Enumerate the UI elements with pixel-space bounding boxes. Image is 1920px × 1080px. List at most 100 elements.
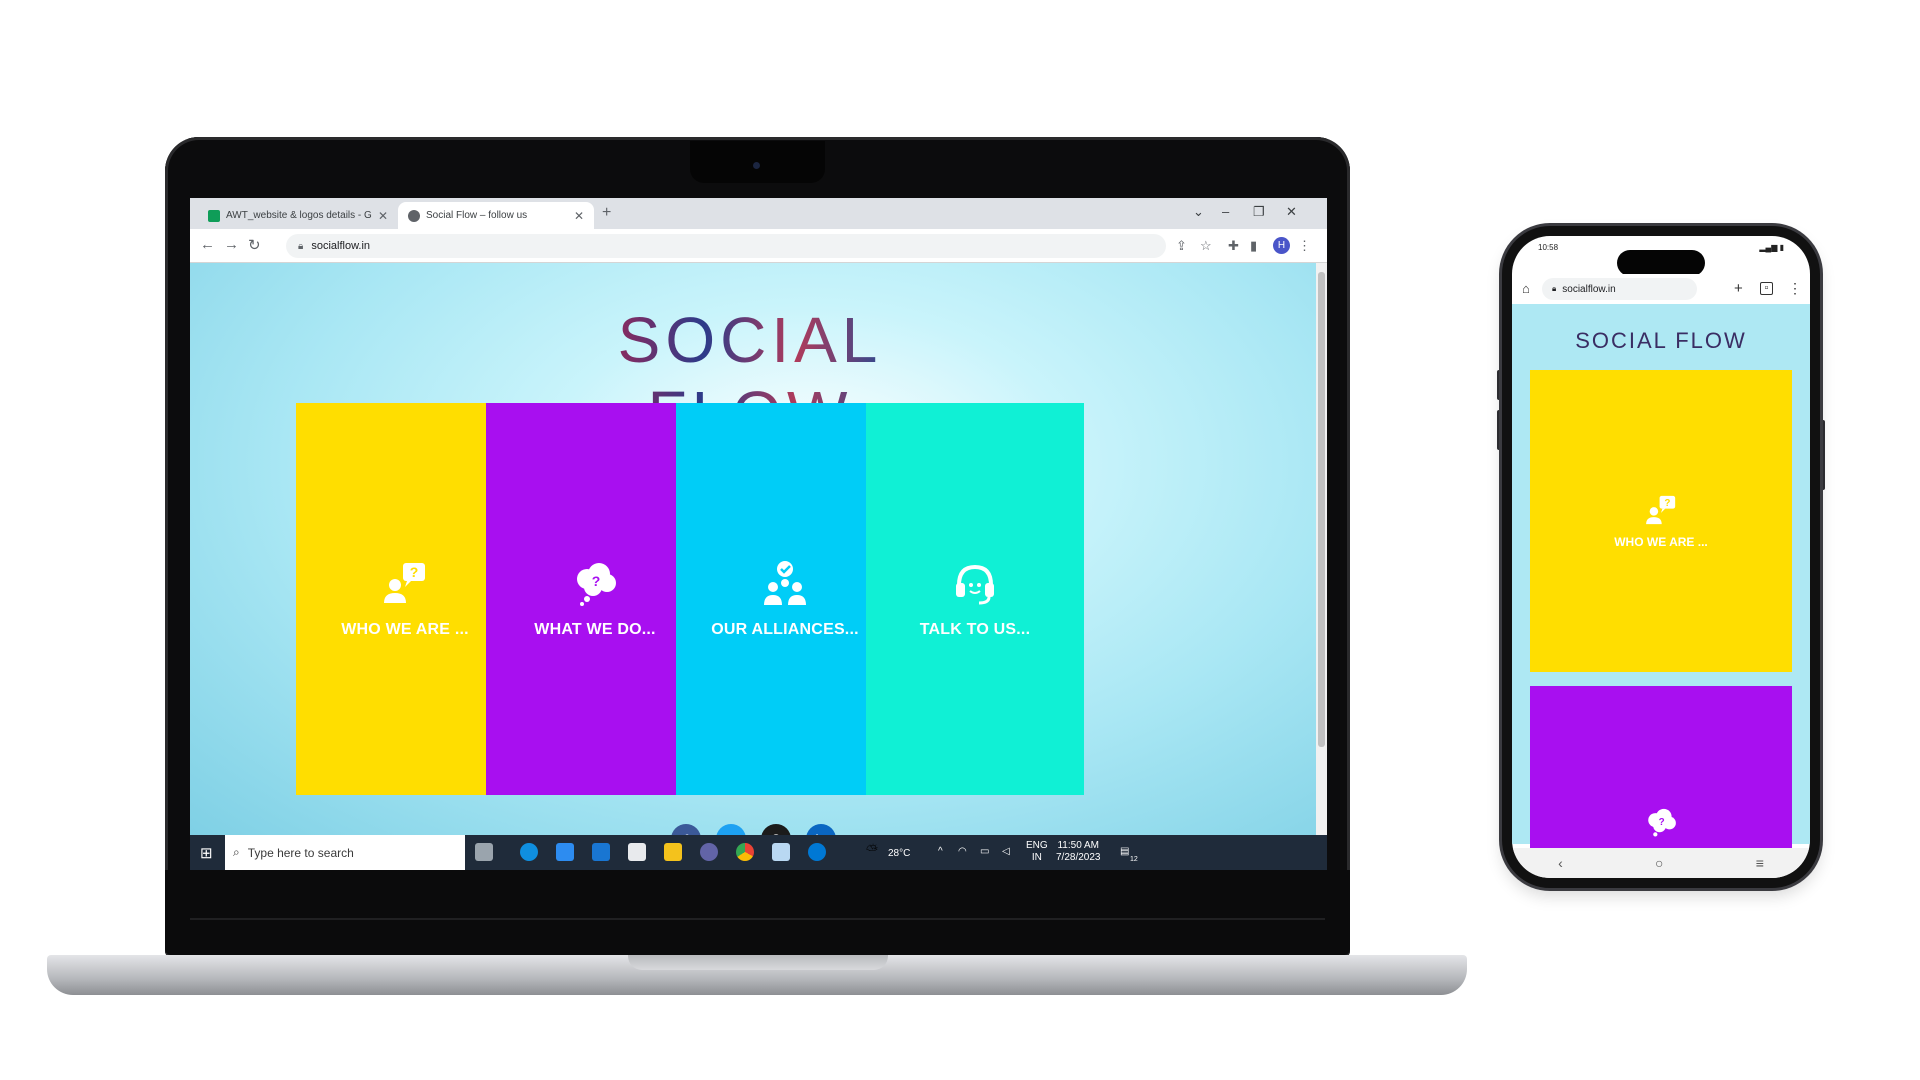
profile-avatar[interactable]: H (1273, 237, 1290, 254)
url-text: socialflow.in (311, 240, 371, 252)
back-icon[interactable]: ← (200, 236, 215, 253)
new-tab-icon[interactable]: + (1734, 280, 1743, 297)
tab-awt-website[interactable]: AWT_website & logos details - G ✕ (198, 202, 398, 229)
phone-status-icons: ▂▄▆ ▮ (1759, 242, 1784, 252)
person-question-icon: ? (1646, 495, 1676, 525)
laptop-chin-line (190, 918, 1325, 920)
language-top: ENG (1026, 840, 1048, 851)
share-icon[interactable]: ⇪ (1176, 238, 1187, 254)
phone-address-bar[interactable]: 🔒︎ socialflow.in (1542, 278, 1697, 300)
svg-text:?: ? (410, 564, 419, 580)
menu-kebab-icon[interactable]: ⋮ (1298, 238, 1311, 254)
edge-icon[interactable] (520, 843, 538, 861)
language-indicator[interactable]: ENG IN (1026, 840, 1048, 864)
card-our-alliances[interactable]: OUR ALLIANCES... (676, 403, 894, 795)
tab-switcher-icon[interactable]: ▫ (1760, 282, 1773, 295)
clock-time: 11:50 AM (1057, 840, 1099, 851)
restore-icon[interactable]: ❐ (1253, 204, 1265, 220)
close-tab-icon[interactable]: ✕ (378, 209, 388, 223)
taskbar-search[interactable]: ⌕ Type here to search (225, 835, 465, 870)
language-bottom: IN (1031, 852, 1042, 863)
thought-bubble-question-icon: ? (577, 563, 616, 606)
file-explorer-icon[interactable] (664, 843, 682, 861)
svg-text:?: ? (1664, 498, 1670, 509)
phone-card-what-we-do[interactable]: ? (1530, 686, 1792, 856)
phone-power-button (1821, 420, 1825, 490)
tab-label: Social Flow – follow us (426, 210, 528, 221)
vscode-icon[interactable] (556, 843, 574, 861)
sheets-icon (208, 209, 220, 222)
notification-icon[interactable]: ▤ (1120, 846, 1129, 858)
scrollbar-thumb[interactable] (1318, 272, 1325, 747)
phone-volume-button (1497, 410, 1501, 450)
windows-start-icon[interactable]: ⊞ (200, 844, 213, 862)
forward-icon[interactable]: → (224, 236, 239, 253)
camera-icon (753, 162, 760, 169)
store-icon[interactable] (628, 843, 646, 861)
search-placeholder: Type here to search (247, 845, 354, 860)
laptop-base-notch (628, 955, 888, 970)
team-check-icon (764, 561, 806, 605)
phone-card-who-we-are[interactable]: ? WHO WE ARE ... (1530, 370, 1792, 672)
tab-search-icon[interactable]: ⌄ (1193, 204, 1204, 220)
nav-recents-icon[interactable]: ≡ (1756, 855, 1764, 871)
volume-icon[interactable]: ◁ (1002, 846, 1010, 858)
chrome-icon[interactable] (736, 843, 754, 861)
phone-screen: 10:58 ▂▄▆ ▮ ⌂ 🔒︎ socialflow.in + ▫ ⋮ SOC… (1512, 236, 1810, 878)
card-label: WHAT WE DO... (534, 621, 656, 638)
search-icon: ⌕ (233, 845, 240, 859)
lock-icon: 🔒︎ (1552, 284, 1557, 293)
battery-icon[interactable]: ▭ (980, 846, 989, 858)
tray-chevron-icon[interactable]: ^ (938, 846, 943, 858)
close-window-icon[interactable]: ✕ (1286, 204, 1297, 220)
teams-icon[interactable] (700, 843, 718, 861)
phone-nav-bar: ‹ ○ ≡ (1512, 848, 1810, 878)
phone-url-text: socialflow.in (1562, 283, 1616, 295)
laptop-screen: AWT_website & logos details - G ✕ Social… (190, 198, 1327, 870)
svg-text:?: ? (1659, 817, 1665, 828)
tab-social-flow[interactable]: Social Flow – follow us ✕ (398, 202, 594, 229)
extensions-icon[interactable]: ✚ (1228, 238, 1239, 254)
side-panel-icon[interactable]: ▮ (1250, 238, 1257, 254)
weather-temp: 28°C (888, 848, 911, 859)
menu-kebab-icon[interactable]: ⋮ (1788, 280, 1802, 297)
address-bar[interactable]: 🔒︎ socialflow.in (286, 234, 1166, 258)
laptop-chin (165, 870, 1350, 955)
clock-date: 7/28/2023 (1056, 852, 1101, 863)
close-tab-icon[interactable]: ✕ (574, 209, 584, 223)
bookmark-star-icon[interactable]: ☆ (1200, 238, 1212, 254)
mail-icon[interactable] (592, 843, 610, 861)
reload-icon[interactable]: ↻ (248, 236, 261, 254)
headset-icon (956, 564, 994, 605)
phone-card-label: WHO WE ARE ... (1614, 535, 1708, 549)
notepad-icon[interactable] (772, 843, 790, 861)
nav-home-icon[interactable]: ○ (1655, 855, 1663, 871)
card-talk-to-us[interactable]: TALK TO US... (866, 403, 1084, 795)
clock[interactable]: 11:50 AM 7/28/2023 (1056, 840, 1101, 864)
notification-count: 12 (1130, 856, 1138, 863)
home-icon[interactable]: ⌂ (1522, 281, 1530, 296)
phone-side-button (1497, 370, 1501, 400)
website-page: SOCIAL FLOW ? WHO WE ARE ... ? WHAT WE D… (190, 263, 1316, 835)
wifi-icon[interactable]: ◠ (958, 846, 967, 858)
dynamic-island (1617, 250, 1705, 276)
phone-status-time: 10:58 (1538, 242, 1559, 252)
card-what-we-do[interactable]: ? WHAT WE DO... (486, 403, 704, 795)
card-label: TALK TO US... (919, 621, 1031, 638)
card-who-we-are[interactable]: ? WHO WE ARE ... (296, 403, 514, 795)
nav-back-icon[interactable]: ‹ (1558, 855, 1563, 871)
thought-bubble-question-icon: ? (1648, 808, 1676, 837)
tab-label: AWT_website & logos details - G (226, 210, 372, 221)
person-question-icon: ? (384, 563, 425, 603)
task-view-icon[interactable] (475, 843, 493, 861)
card-label: WHO WE ARE ... (341, 621, 469, 638)
skype-icon[interactable] (808, 843, 826, 861)
lock-icon: 🔒︎ (298, 240, 304, 252)
phone-site-logo: SOCIAL FLOW (1575, 328, 1747, 353)
card-label: OUR ALLIANCES... (711, 621, 859, 638)
weather-icon: ⛅︎ (866, 842, 879, 859)
new-tab-icon[interactable]: + (602, 204, 611, 222)
globe-icon (408, 209, 420, 222)
svg-text:?: ? (592, 573, 601, 589)
minimize-icon[interactable]: – (1222, 204, 1229, 219)
